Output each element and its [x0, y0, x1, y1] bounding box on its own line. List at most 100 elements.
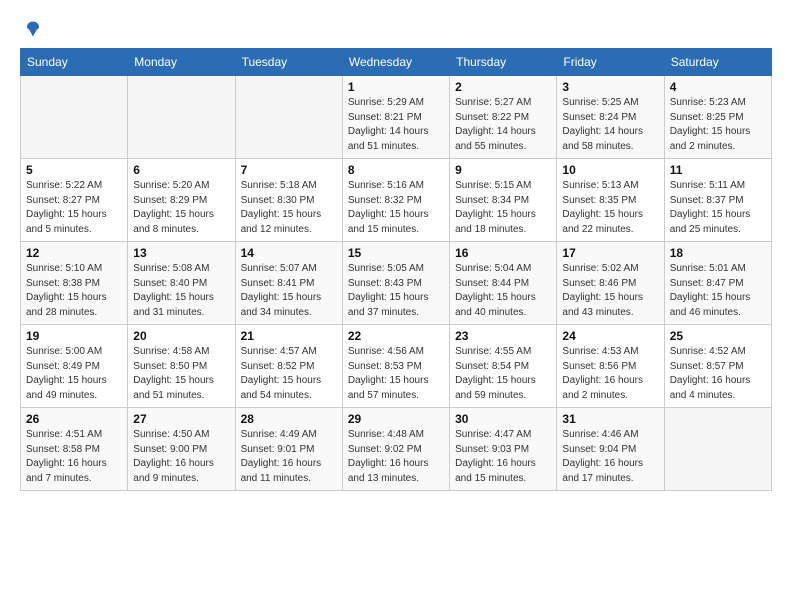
day-number: 17 — [562, 246, 658, 260]
calendar-cell: 26Sunrise: 4:51 AM Sunset: 8:58 PM Dayli… — [21, 408, 128, 491]
calendar-cell: 17 Sunrise: 5:02 AM Sunset: 8:46 PM Dayli… — [557, 242, 664, 325]
calendar-cell: 2 Sunrise: 5:27 AM Sunset: 8:22 PM Daylig… — [450, 76, 557, 159]
day-number: 15 — [348, 246, 444, 260]
day-number: 8 — [348, 163, 444, 177]
column-header-saturday: Saturday — [664, 49, 771, 76]
day-number: 3 — [562, 80, 658, 94]
day-number: 24 — [562, 329, 658, 343]
calendar-cell: 13 Sunrise: 5:08 AM Sunset: 8:40 PM Dayli… — [128, 242, 235, 325]
day-number: 16 — [455, 246, 551, 260]
day-info: Sunrise: 4:51 AM Sunset: 8:58 PM Dayligh… — [26, 428, 122, 486]
day-info: Sunrise: 5:22 AM Sunset: 8:27 PM Dayligh… — [26, 179, 122, 237]
week-row-5: 26Sunrise: 4:51 AM Sunset: 8:58 PM Dayli… — [21, 408, 772, 491]
day-number: 5 — [26, 163, 122, 177]
calendar-cell: 20 Sunrise: 4:58 AM Sunset: 8:50 PM Dayli… — [128, 325, 235, 408]
column-header-thursday: Thursday — [450, 49, 557, 76]
calendar-cell: 23 Sunrise: 4:55 AM Sunset: 8:54 PM Dayli… — [450, 325, 557, 408]
day-number: 9 — [455, 163, 551, 177]
day-info: Sunrise: 5:04 AM Sunset: 8:44 PM Dayligh… — [455, 262, 551, 320]
day-info: Sunrise: 5:08 AM Sunset: 8:40 PM Dayligh… — [133, 262, 229, 320]
logo-bird-icon — [24, 20, 42, 38]
column-header-tuesday: Tuesday — [235, 49, 342, 76]
week-row-1: 1 Sunrise: 5:29 AM Sunset: 8:21 PM Daylig… — [21, 76, 772, 159]
day-info: Sunrise: 5:07 AM Sunset: 8:41 PM Dayligh… — [241, 262, 337, 320]
day-number: 10 — [562, 163, 658, 177]
calendar-cell: 19 Sunrise: 5:00 AM Sunset: 8:49 PM Dayli… — [21, 325, 128, 408]
day-number: 28 — [241, 412, 337, 426]
calendar-cell: 5 Sunrise: 5:22 AM Sunset: 8:27 PM Daylig… — [21, 159, 128, 242]
calendar-cell: 16 Sunrise: 5:04 AM Sunset: 8:44 PM Dayli… — [450, 242, 557, 325]
calendar-cell: 1 Sunrise: 5:29 AM Sunset: 8:21 PM Daylig… — [342, 76, 449, 159]
calendar-cell: 11Sunrise: 5:11 AM Sunset: 8:37 PM Dayli… — [664, 159, 771, 242]
day-info: Sunrise: 5:29 AM Sunset: 8:21 PM Dayligh… — [348, 96, 444, 154]
calendar-cell: 27 Sunrise: 4:50 AM Sunset: 9:00 PM Dayli… — [128, 408, 235, 491]
day-number: 22 — [348, 329, 444, 343]
day-info: Sunrise: 5:23 AM Sunset: 8:25 PM Dayligh… — [670, 96, 766, 154]
calendar-cell: 28 Sunrise: 4:49 AM Sunset: 9:01 PM Dayli… — [235, 408, 342, 491]
day-info: Sunrise: 5:25 AM Sunset: 8:24 PM Dayligh… — [562, 96, 658, 154]
day-number: 4 — [670, 80, 766, 94]
calendar-cell: 15Sunrise: 5:05 AM Sunset: 8:43 PM Dayli… — [342, 242, 449, 325]
calendar-cell: 31 Sunrise: 4:46 AM Sunset: 9:04 PM Dayli… — [557, 408, 664, 491]
calendar-cell: 22 Sunrise: 4:56 AM Sunset: 8:53 PM Dayli… — [342, 325, 449, 408]
calendar-cell — [235, 76, 342, 159]
day-info: Sunrise: 4:52 AM Sunset: 8:57 PM Dayligh… — [670, 345, 766, 403]
calendar-cell — [664, 408, 771, 491]
calendar-header-row: SundayMondayTuesdayWednesdayThursdayFrid… — [21, 49, 772, 76]
day-info: Sunrise: 4:58 AM Sunset: 8:50 PM Dayligh… — [133, 345, 229, 403]
day-number: 27 — [133, 412, 229, 426]
day-number: 2 — [455, 80, 551, 94]
calendar-cell: 3 Sunrise: 5:25 AM Sunset: 8:24 PM Daylig… — [557, 76, 664, 159]
day-number: 21 — [241, 329, 337, 343]
day-info: Sunrise: 4:49 AM Sunset: 9:01 PM Dayligh… — [241, 428, 337, 486]
calendar-cell: 21 Sunrise: 4:57 AM Sunset: 8:52 PM Dayli… — [235, 325, 342, 408]
logo — [20, 20, 44, 38]
day-info: Sunrise: 5:00 AM Sunset: 8:49 PM Dayligh… — [26, 345, 122, 403]
day-info: Sunrise: 4:56 AM Sunset: 8:53 PM Dayligh… — [348, 345, 444, 403]
day-info: Sunrise: 4:50 AM Sunset: 9:00 PM Dayligh… — [133, 428, 229, 486]
day-number: 13 — [133, 246, 229, 260]
calendar-cell: 18 Sunrise: 5:01 AM Sunset: 8:47 PM Dayli… — [664, 242, 771, 325]
day-info: Sunrise: 5:18 AM Sunset: 8:30 PM Dayligh… — [241, 179, 337, 237]
day-info: Sunrise: 4:46 AM Sunset: 9:04 PM Dayligh… — [562, 428, 658, 486]
day-number: 31 — [562, 412, 658, 426]
calendar-cell: 8 Sunrise: 5:16 AM Sunset: 8:32 PM Daylig… — [342, 159, 449, 242]
column-header-wednesday: Wednesday — [342, 49, 449, 76]
calendar-cell — [21, 76, 128, 159]
week-row-4: 19 Sunrise: 5:00 AM Sunset: 8:49 PM Dayli… — [21, 325, 772, 408]
calendar-cell: 12Sunrise: 5:10 AM Sunset: 8:38 PM Dayli… — [21, 242, 128, 325]
column-header-sunday: Sunday — [21, 49, 128, 76]
day-info: Sunrise: 4:57 AM Sunset: 8:52 PM Dayligh… — [241, 345, 337, 403]
calendar-cell: 14 Sunrise: 5:07 AM Sunset: 8:41 PM Dayli… — [235, 242, 342, 325]
calendar-cell: 30Sunrise: 4:47 AM Sunset: 9:03 PM Dayli… — [450, 408, 557, 491]
calendar-cell: 24 Sunrise: 4:53 AM Sunset: 8:56 PM Dayli… — [557, 325, 664, 408]
day-number: 6 — [133, 163, 229, 177]
calendar-cell: 4 Sunrise: 5:23 AM Sunset: 8:25 PM Daylig… — [664, 76, 771, 159]
day-number: 18 — [670, 246, 766, 260]
day-number: 1 — [348, 80, 444, 94]
day-number: 20 — [133, 329, 229, 343]
week-row-2: 5 Sunrise: 5:22 AM Sunset: 8:27 PM Daylig… — [21, 159, 772, 242]
page: SundayMondayTuesdayWednesdayThursdayFrid… — [0, 0, 792, 501]
calendar-table: SundayMondayTuesdayWednesdayThursdayFrid… — [20, 48, 772, 491]
day-info: Sunrise: 5:01 AM Sunset: 8:47 PM Dayligh… — [670, 262, 766, 320]
column-header-friday: Friday — [557, 49, 664, 76]
day-info: Sunrise: 4:53 AM Sunset: 8:56 PM Dayligh… — [562, 345, 658, 403]
day-info: Sunrise: 5:10 AM Sunset: 8:38 PM Dayligh… — [26, 262, 122, 320]
header — [20, 20, 772, 38]
day-number: 19 — [26, 329, 122, 343]
week-row-3: 12Sunrise: 5:10 AM Sunset: 8:38 PM Dayli… — [21, 242, 772, 325]
day-info: Sunrise: 5:02 AM Sunset: 8:46 PM Dayligh… — [562, 262, 658, 320]
day-info: Sunrise: 5:13 AM Sunset: 8:35 PM Dayligh… — [562, 179, 658, 237]
day-number: 25 — [670, 329, 766, 343]
day-info: Sunrise: 5:15 AM Sunset: 8:34 PM Dayligh… — [455, 179, 551, 237]
day-number: 23 — [455, 329, 551, 343]
day-info: Sunrise: 4:55 AM Sunset: 8:54 PM Dayligh… — [455, 345, 551, 403]
calendar-cell: 6Sunrise: 5:20 AM Sunset: 8:29 PM Daylig… — [128, 159, 235, 242]
day-info: Sunrise: 4:48 AM Sunset: 9:02 PM Dayligh… — [348, 428, 444, 486]
calendar-cell: 9 Sunrise: 5:15 AM Sunset: 8:34 PM Daylig… — [450, 159, 557, 242]
day-number: 14 — [241, 246, 337, 260]
day-info: Sunrise: 5:16 AM Sunset: 8:32 PM Dayligh… — [348, 179, 444, 237]
day-number: 30 — [455, 412, 551, 426]
day-info: Sunrise: 5:27 AM Sunset: 8:22 PM Dayligh… — [455, 96, 551, 154]
